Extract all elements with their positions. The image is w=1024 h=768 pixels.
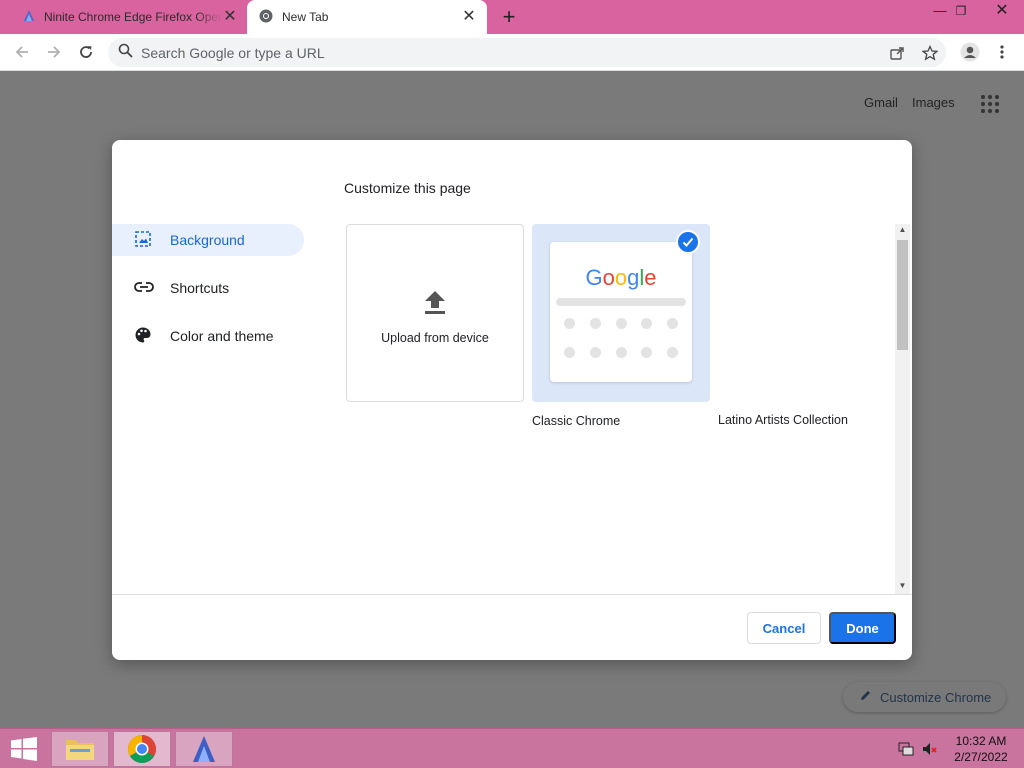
profile-avatar-icon[interactable] bbox=[957, 39, 983, 65]
gmail-link[interactable]: Gmail bbox=[864, 95, 898, 110]
sidebar-item-label: Color and theme bbox=[170, 328, 274, 344]
preview-shortcuts-row bbox=[564, 347, 678, 358]
sidebar-item-shortcuts[interactable]: Shortcuts bbox=[112, 272, 304, 304]
forward-icon[interactable] bbox=[41, 39, 67, 65]
scroll-thumb[interactable] bbox=[897, 240, 908, 350]
sidebar-item-background[interactable]: Background bbox=[112, 224, 304, 256]
bookmark-star-icon[interactable] bbox=[921, 44, 939, 62]
network-icon[interactable] bbox=[898, 741, 914, 757]
customize-chrome-button[interactable]: Customize Chrome bbox=[843, 682, 1006, 712]
scroll-up-icon[interactable]: ▲ bbox=[895, 224, 910, 236]
images-link[interactable]: Images bbox=[912, 95, 955, 110]
chrome-icon bbox=[259, 9, 273, 26]
file-explorer-taskbar-icon[interactable] bbox=[51, 731, 109, 767]
ninite-icon bbox=[22, 9, 36, 26]
browser-toolbar bbox=[0, 34, 1024, 71]
palette-icon bbox=[134, 326, 152, 347]
latino-artists-collection-tile[interactable]: Latino Artists Collection bbox=[718, 413, 848, 427]
sidebar-item-color-theme[interactable]: Color and theme bbox=[112, 320, 304, 352]
dialog-scrollbar[interactable]: ▲ ▼ bbox=[895, 224, 910, 594]
google-logo: Google bbox=[585, 265, 657, 290]
upload-from-device-tile[interactable]: Upload from device bbox=[346, 224, 524, 402]
volume-muted-icon[interactable] bbox=[922, 741, 938, 757]
selected-check-icon bbox=[676, 230, 700, 254]
window-close-icon[interactable]: ✕ bbox=[983, 0, 1021, 24]
reload-icon[interactable] bbox=[73, 39, 99, 65]
windows-start-icon[interactable] bbox=[10, 737, 38, 761]
preview-shortcuts-row bbox=[564, 318, 678, 329]
tab-title: Ninite Chrome Edge Firefox Opera bbox=[44, 10, 222, 24]
google-apps-icon[interactable] bbox=[981, 95, 999, 113]
link-icon bbox=[134, 278, 154, 299]
classic-chrome-preview: Google bbox=[550, 242, 692, 382]
preview-search-bar bbox=[556, 298, 686, 306]
tab-strip: Ninite Chrome Edge Firefox Opera ✕ New T… bbox=[0, 0, 1024, 34]
close-tab-icon[interactable]: ✕ bbox=[461, 9, 477, 25]
search-icon bbox=[118, 43, 133, 63]
clock-time: 10:32 AM bbox=[955, 734, 1007, 748]
close-tab-icon[interactable]: ✕ bbox=[222, 9, 238, 25]
chrome-taskbar-icon[interactable] bbox=[113, 731, 171, 767]
classic-chrome-tile[interactable]: Google bbox=[532, 224, 710, 402]
tab-ninite[interactable]: Ninite Chrome Edge Firefox Opera ✕ bbox=[8, 0, 248, 34]
dialog-divider bbox=[112, 594, 912, 595]
back-icon[interactable] bbox=[9, 39, 35, 65]
new-tab-button[interactable]: + bbox=[497, 4, 521, 30]
address-bar[interactable] bbox=[108, 38, 946, 67]
restore-icon[interactable]: ❐ bbox=[946, 0, 976, 24]
ninite-taskbar-icon[interactable] bbox=[175, 731, 233, 767]
share-icon[interactable] bbox=[888, 44, 906, 62]
tab-new-tab[interactable]: New Tab ✕ bbox=[247, 0, 487, 34]
taskbar: 10:32 AM 2/27/2022 bbox=[0, 728, 1024, 768]
scroll-down-icon[interactable]: ▼ bbox=[895, 580, 910, 592]
upload-icon bbox=[423, 289, 447, 320]
system-clock[interactable]: 10:32 AM 2/27/2022 bbox=[948, 733, 1014, 765]
menu-kebab-icon[interactable] bbox=[989, 39, 1015, 65]
image-icon bbox=[134, 230, 152, 251]
clock-date: 2/27/2022 bbox=[954, 750, 1008, 764]
sidebar-item-label: Background bbox=[170, 232, 245, 248]
customize-dialog: Customize this page Background Shortcuts… bbox=[112, 140, 912, 660]
classic-chrome-label: Classic Chrome bbox=[532, 414, 621, 428]
cancel-button[interactable]: Cancel bbox=[747, 612, 821, 644]
pencil-icon bbox=[859, 689, 872, 705]
tab-title: New Tab bbox=[282, 10, 329, 24]
done-button[interactable]: Done bbox=[829, 612, 896, 644]
upload-label: Upload from device bbox=[381, 331, 489, 345]
customize-chrome-label: Customize Chrome bbox=[880, 689, 992, 705]
dialog-title: Customize this page bbox=[344, 180, 471, 196]
address-input[interactable] bbox=[141, 44, 841, 61]
sidebar-item-label: Shortcuts bbox=[170, 280, 230, 296]
